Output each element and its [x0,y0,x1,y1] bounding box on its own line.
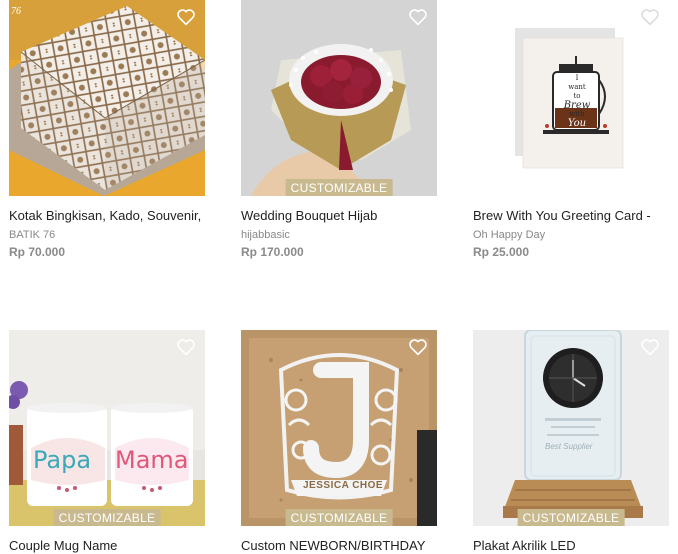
heart-icon[interactable] [408,338,428,356]
product-title[interactable]: Kotak Bingkisan, Kado, Souvenir, [9,208,205,224]
product-price: Rp 170.000 [241,245,304,259]
mug-text: Mama [115,446,189,474]
customizable-badge: CUSTOMIZABLE [285,509,393,526]
customizable-badge: CUSTOMIZABLE [53,509,161,526]
product-card[interactable]: 76 Kotak Bingkisan, Kado, Souvenir, BATI… [9,0,205,260]
product-card[interactable]: I want to Brew with You Brew With You Gr… [473,0,669,260]
product-price: Rp 70.000 [9,245,66,259]
heart-icon[interactable] [176,8,196,26]
shop-name[interactable]: BATIK 76 [9,228,205,242]
image-corner-label: 76 [11,6,21,17]
customizable-badge: CUSTOMIZABLE [285,179,393,196]
product-image[interactable]: Best Supplier CUSTOMIZABLE [473,330,669,526]
shop-name[interactable]: hijabbasic [241,228,437,242]
plaque-text: Best Supplier [545,442,593,451]
heart-icon[interactable] [640,338,660,356]
papercut-frame-image [241,330,437,526]
product-card[interactable]: JESSICA CHOE CUSTOMIZABLE Custom NEWBORN… [241,330,437,554]
product-card[interactable]: Best Supplier CUSTOMIZABLE Plakat Akrili… [473,330,669,554]
acrylic-plaque-image [473,330,669,526]
couple-mug-image [9,330,205,526]
product-image[interactable]: CUSTOMIZABLE [241,0,437,196]
product-image[interactable]: JESSICA CHOE CUSTOMIZABLE [241,330,437,526]
gift-box-image [9,0,205,196]
heart-icon[interactable] [176,338,196,356]
heart-icon[interactable] [640,8,660,26]
product-title[interactable]: Wedding Bouquet Hijab [241,208,437,224]
product-image[interactable]: I want to Brew with You [473,0,669,196]
frame-name-text: JESSICA CHOE [303,480,384,491]
product-title[interactable]: Brew With You Greeting Card - [473,208,669,224]
heart-icon[interactable] [408,8,428,26]
product-image[interactable]: Papa Mama CUSTOMIZABLE [9,330,205,526]
customizable-badge: CUSTOMIZABLE [517,509,625,526]
product-price: Rp 25.000 [473,245,530,259]
mug-text: Papa [33,446,92,474]
product-card[interactable]: CUSTOMIZABLE Wedding Bouquet Hijab hijab… [241,0,437,260]
card-text: I want to Brew with You [563,74,591,129]
product-image[interactable]: 76 [9,0,205,196]
bouquet-image [241,0,437,196]
product-card[interactable]: Papa Mama CUSTOMIZABLE Couple Mug Name [9,330,205,554]
shop-name[interactable]: Oh Happy Day [473,228,669,242]
